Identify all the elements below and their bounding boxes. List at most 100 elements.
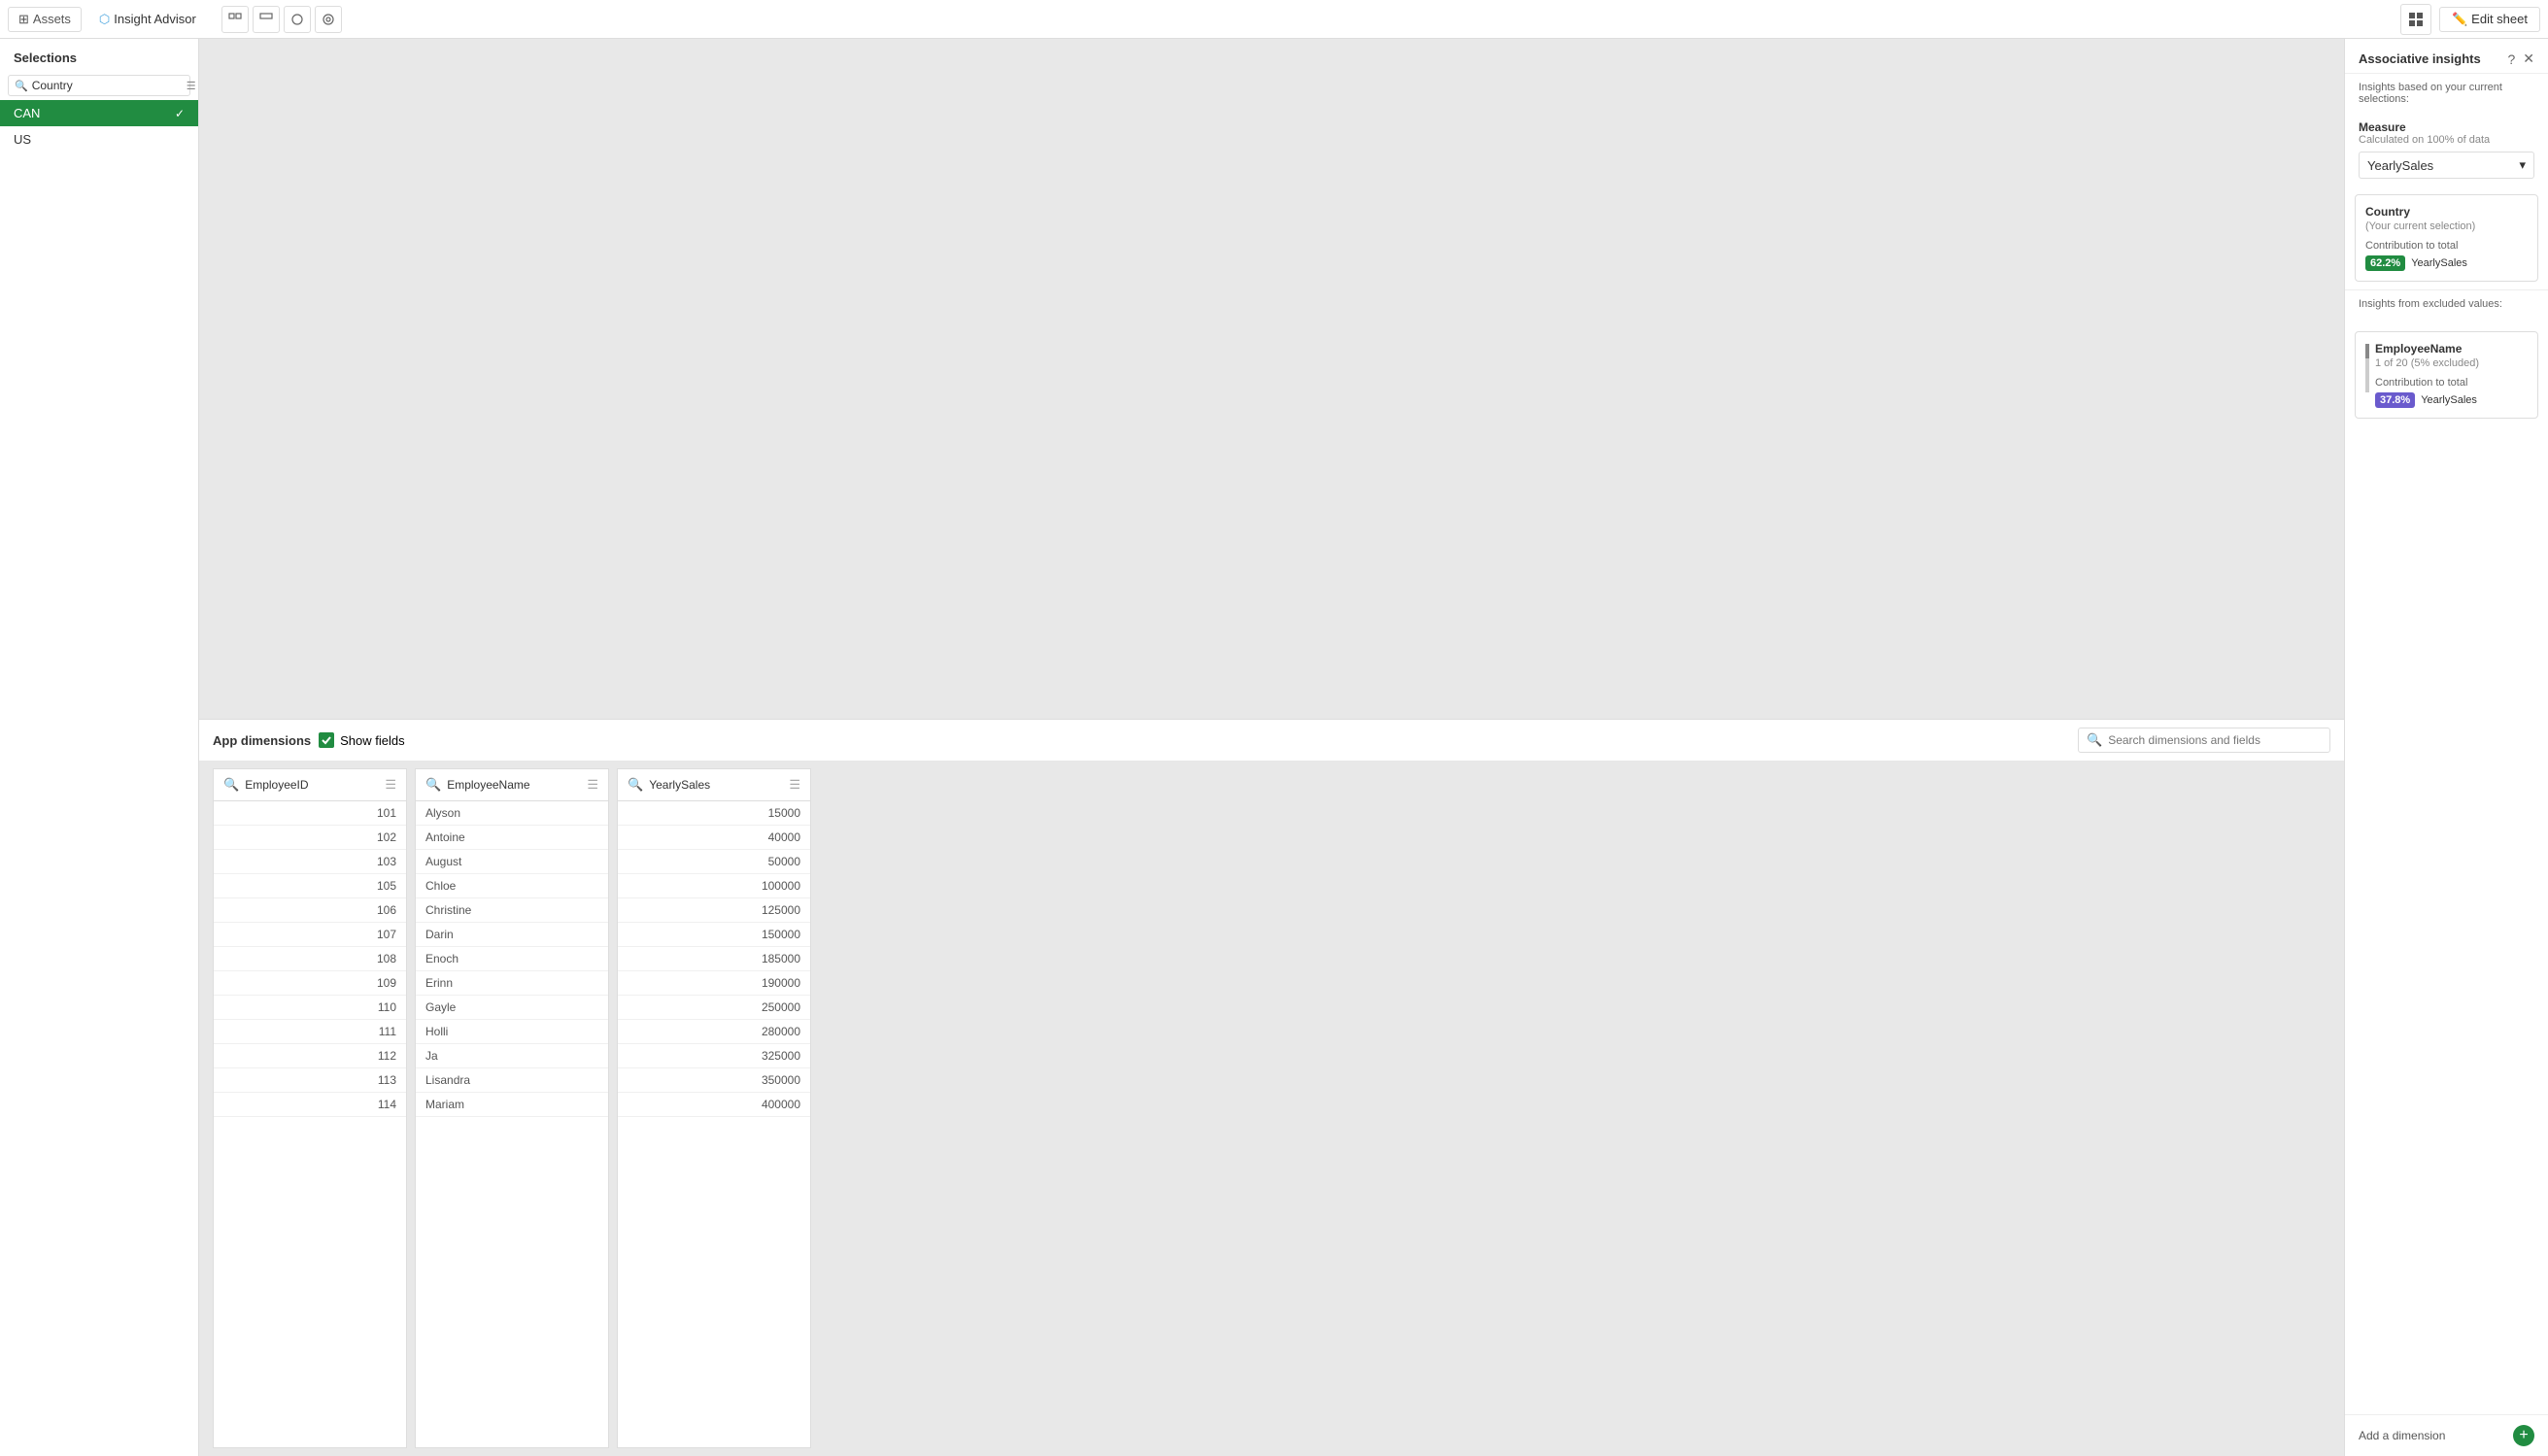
- filter-item-us[interactable]: US: [0, 126, 198, 152]
- table-row: 15000: [618, 801, 810, 826]
- add-dimension-button[interactable]: +: [2513, 1425, 2534, 1446]
- table-row: 185000: [618, 947, 810, 971]
- tool-btn-1[interactable]: [221, 6, 249, 33]
- table-row: Mariam: [416, 1093, 608, 1117]
- table-employee-name: 🔍 EmployeeName ☰ Alyson Antoine August C…: [415, 768, 609, 1448]
- pct-badge-purple: 37.8%: [2375, 392, 2415, 408]
- insight-icon: ⬡: [99, 12, 110, 27]
- list-icon[interactable]: ☰: [587, 777, 598, 793]
- list-icon[interactable]: ☰: [789, 777, 800, 793]
- table-row: Chloe: [416, 874, 608, 898]
- search-dimensions-box: 🔍: [2078, 728, 2330, 753]
- table-header-employee-id: 🔍 EmployeeID ☰: [214, 769, 406, 801]
- add-dimension-bar: Add a dimension +: [2345, 1414, 2548, 1456]
- main-layout: Selections 🔍 ☰ ✕ CAN ✓ US App dimensions…: [0, 39, 2548, 1456]
- left-panel: Selections 🔍 ☰ ✕ CAN ✓ US: [0, 39, 199, 1456]
- table-row: 40000: [618, 826, 810, 850]
- contribution-field: YearlySales: [2411, 257, 2467, 269]
- table-yearly-sales: 🔍 YearlySales ☰ 15000 40000 50000 100000…: [617, 768, 811, 1448]
- table-row: 112: [214, 1044, 406, 1068]
- table-row: 106: [214, 898, 406, 923]
- table-employee-id: 🔍 EmployeeID ☰ 101 102 103 105 106 107 1…: [213, 768, 407, 1448]
- search-icon: 🔍: [15, 80, 28, 92]
- country-insight-card: Country (Your current selection) Contrib…: [2355, 194, 2538, 282]
- table-row: 109: [214, 971, 406, 996]
- measure-select[interactable]: YearlySales ▾: [2359, 152, 2534, 179]
- search-dimensions-input[interactable]: [2108, 733, 2322, 747]
- insights-subtitle: Insights based on your current selection…: [2345, 74, 2548, 113]
- insight-advisor-button[interactable]: ⬡ Insight Advisor: [89, 8, 206, 31]
- table-row: 250000: [618, 996, 810, 1020]
- contribution-label: Contribution to total: [2365, 240, 2528, 252]
- table-row: Ja: [416, 1044, 608, 1068]
- edit-sheet-label: Edit sheet: [2471, 12, 2528, 26]
- edit-sheet-button[interactable]: ✏️ Edit sheet: [2439, 7, 2540, 32]
- show-fields-label: Show fields: [340, 733, 404, 748]
- tables-area: 🔍 EmployeeID ☰ 101 102 103 105 106 107 1…: [199, 761, 2344, 1456]
- grid-view-button[interactable]: [2400, 4, 2431, 35]
- edit-icon: ✏️: [2452, 12, 2467, 27]
- country-search-input[interactable]: [32, 79, 183, 92]
- selections-header: Selections: [0, 39, 198, 71]
- assets-label: Assets: [33, 12, 71, 26]
- employee-card-title: EmployeeName: [2375, 342, 2528, 356]
- show-fields-toggle[interactable]: Show fields: [319, 732, 404, 748]
- topbar: ⊞ Assets ⬡ Insight Advisor ✏️ Edit sheet: [0, 0, 2548, 39]
- help-icon[interactable]: ?: [2507, 51, 2515, 67]
- contribution-bar: 62.2% YearlySales: [2365, 255, 2528, 271]
- tool-btn-3[interactable]: [284, 6, 311, 33]
- right-panel-header: Associative insights ? ✕: [2345, 39, 2548, 74]
- employee-contribution-label: Contribution to total: [2375, 377, 2528, 389]
- field-name-employee-id: EmployeeID: [245, 778, 379, 792]
- tool-btn-4[interactable]: [315, 6, 342, 33]
- measure-section: Measure Calculated on 100% of data Yearl…: [2345, 113, 2548, 186]
- table-row: Alyson: [416, 801, 608, 826]
- pct-badge-green: 62.2%: [2365, 255, 2405, 271]
- search-icon: 🔍: [628, 777, 643, 793]
- dimensions-bar: App dimensions Show fields 🔍: [199, 719, 2344, 761]
- table-row: 113: [214, 1068, 406, 1093]
- field-name-yearly-sales: YearlySales: [649, 778, 783, 792]
- country-card-sub: (Your current selection): [2365, 220, 2528, 232]
- filter-item-can[interactable]: CAN ✓: [0, 100, 198, 126]
- list-icon[interactable]: ☰: [385, 777, 396, 793]
- table-row: 150000: [618, 923, 810, 947]
- country-card-title: Country: [2365, 205, 2528, 219]
- table-row: Enoch: [416, 947, 608, 971]
- search-icon: 🔍: [223, 777, 239, 793]
- employee-insight-card: EmployeeName 1 of 20 (5% excluded) Contr…: [2355, 331, 2538, 419]
- table-row: Antoine: [416, 826, 608, 850]
- table-row: 350000: [618, 1068, 810, 1093]
- add-dimension-label: Add a dimension: [2359, 1429, 2445, 1442]
- close-icon[interactable]: ✕: [2523, 51, 2534, 67]
- employee-contribution-bar: 37.8% YearlySales: [2375, 392, 2528, 408]
- show-fields-checkbox[interactable]: [319, 732, 334, 748]
- tool-buttons: [221, 6, 342, 33]
- right-panel-icons: ? ✕: [2507, 51, 2534, 67]
- list-icon[interactable]: ☰: [187, 80, 196, 92]
- employee-contribution-field: YearlySales: [2421, 394, 2477, 406]
- table-row: 101: [214, 801, 406, 826]
- search-dims-icon: 🔍: [2087, 732, 2102, 748]
- table-row: 102: [214, 826, 406, 850]
- table-row: 110: [214, 996, 406, 1020]
- check-icon: ✓: [175, 107, 185, 120]
- tool-btn-2[interactable]: [253, 6, 280, 33]
- table-row: Christine: [416, 898, 608, 923]
- table-header-yearly-sales: 🔍 YearlySales ☰: [618, 769, 810, 801]
- country-search-box: 🔍 ☰ ✕: [8, 75, 190, 96]
- center-area: App dimensions Show fields 🔍 🔍 EmployeeI…: [199, 39, 2344, 1456]
- assets-button[interactable]: ⊞ Assets: [8, 7, 82, 32]
- measure-sub: Calculated on 100% of data: [2359, 134, 2534, 146]
- table-row: 50000: [618, 850, 810, 874]
- table-row: 105: [214, 874, 406, 898]
- chevron-down-icon: ▾: [2519, 157, 2526, 173]
- measure-label: Measure: [2359, 120, 2534, 134]
- right-panel: Associative insights ? ✕ Insights based …: [2344, 39, 2548, 1456]
- filter-value-us: US: [14, 132, 31, 147]
- table-row: Gayle: [416, 996, 608, 1020]
- table-row: August: [416, 850, 608, 874]
- table-row: Darin: [416, 923, 608, 947]
- assets-icon: ⊞: [18, 12, 29, 27]
- table-row: Lisandra: [416, 1068, 608, 1093]
